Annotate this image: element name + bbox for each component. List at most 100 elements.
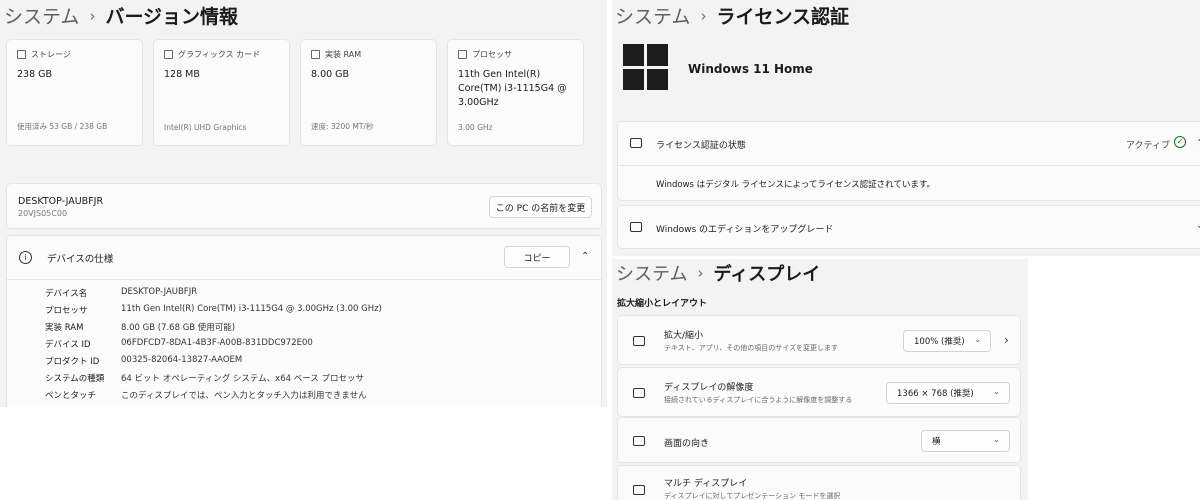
resolution-value: 1366 × 768 (推奨) <box>897 389 974 399</box>
storage-icon <box>17 50 26 59</box>
spec-key: デバイス名 <box>45 289 88 299</box>
chevron-up-icon[interactable]: ⌃ <box>581 251 589 262</box>
chevron-down-icon[interactable]: ⌄ <box>1196 220 1200 231</box>
storage-label: ストレージ <box>31 50 71 59</box>
multi-display-sub: ディスプレイに対してプレゼンテーション モードを選択 <box>664 492 841 500</box>
processor-card: プロセッサ 11th Gen Intel(R) Core(TM) i3-1115… <box>447 39 584 146</box>
ram-value: 8.00 GB <box>311 69 350 80</box>
graphics-sub: Intel(R) UHD Graphics <box>164 123 247 132</box>
about-panel: システム › バージョン情報 ストレージ 238 GB 使用済み 53 GB /… <box>0 0 607 407</box>
scale-dropdown[interactable]: 100% (推奨) ⌄ <box>903 330 991 352</box>
display-panel: システム › ディスプレイ 拡大縮小とレイアウト 拡大/縮小 テキスト、アプリ、… <box>612 259 1028 500</box>
spec-row: プロセッサ 11th Gen Intel(R) Core(TM) i3-1115G… <box>45 304 382 316</box>
resolution-row: ディスプレイの解像度 接続されているディスプレイに合うように解像度を調整する 1… <box>617 367 1021 417</box>
resolution-title: ディスプレイの解像度 <box>664 383 754 393</box>
processor-label: プロセッサ <box>472 50 512 59</box>
device-spec-title: デバイスの仕様 <box>47 254 114 265</box>
activation-state-label: ライセンス認証の状態 <box>656 141 746 151</box>
activation-message: Windows はデジタル ライセンスによってライセンス認証されています。 <box>656 180 936 190</box>
orientation-title: 画面の向き <box>664 439 710 449</box>
ram-icon <box>311 50 320 59</box>
multi-display-title: マルチ ディスプレイ <box>664 479 748 489</box>
activation-panel: システム › ライセンス認証 Windows 11 Home ライセンス認証の状… <box>612 0 1200 256</box>
chevron-down-icon: ⌄ <box>993 387 1000 396</box>
spec-row: システムの種類 64 ビット オペレーティング システム、x64 ベース プロセッ… <box>45 372 364 384</box>
spec-key: プロダクト ID <box>45 357 100 367</box>
spec-value: このディスプレイでは、ペン入力とタッチ入力は利用できません <box>121 391 367 401</box>
spec-value: 06FDFCD7-8DA1-4B3F-A00B-831DDC972E00 <box>121 338 313 348</box>
activation-state-card: ライセンス認証の状態 アクティブ ✓ ⌃ Windows はデジタル ライセンス… <box>617 121 1200 201</box>
orientation-icon <box>633 436 645 446</box>
spec-key: システムの種類 <box>45 374 105 384</box>
resolution-dropdown[interactable]: 1366 × 768 (推奨) ⌄ <box>886 382 1010 404</box>
multi-display-row[interactable]: マルチ ディスプレイ ディスプレイに対してプレゼンテーション モードを選択 <box>617 465 1021 500</box>
resolution-sub: 接続されているディスプレイに合うように解像度を調整する <box>664 396 853 404</box>
spec-row: ペンとタッチ このディスプレイでは、ペン入力とタッチ入力は利用できません <box>45 389 367 401</box>
breadcrumb-separator: › <box>89 6 96 25</box>
activation-icon <box>630 138 642 148</box>
graphics-label: グラフィックス カード <box>178 50 261 59</box>
breadcrumb-separator: › <box>700 6 707 25</box>
upgrade-edition-row[interactable]: Windows のエディションをアップグレード ⌄ <box>617 205 1200 249</box>
spec-value: DESKTOP-JAUBFJR <box>121 287 198 297</box>
copy-button[interactable]: コピー <box>504 246 570 268</box>
page-title: ライセンス認証 <box>716 6 850 28</box>
spec-key: ペンとタッチ <box>45 391 97 401</box>
spec-value: 11th Gen Intel(R) Core(TM) i3-1115G4 @ 3… <box>121 304 382 314</box>
check-icon: ✓ <box>1174 136 1186 148</box>
breadcrumb: システム › ディスプレイ <box>616 260 820 286</box>
scale-title: 拡大/縮小 <box>664 331 704 341</box>
rename-pc-button[interactable]: この PC の名前を変更 <box>489 196 592 218</box>
spec-key: プロセッサ <box>45 306 88 316</box>
processor-value: 11th Gen Intel(R) Core(TM) i3-1115G4 @ 3… <box>458 69 567 108</box>
spec-value: 64 ビット オペレーティング システム、x64 ベース プロセッサ <box>121 374 364 384</box>
device-name-card: DESKTOP-JAUBFJR 20VJS05C00 この PC の名前を変更 <box>6 183 602 229</box>
scale-icon <box>633 336 645 346</box>
storage-card: ストレージ 238 GB 使用済み 53 GB / 238 GB <box>6 39 143 146</box>
spec-row: デバイス名 DESKTOP-JAUBFJR <box>45 287 197 299</box>
section-title: 拡大縮小とレイアウト <box>617 299 708 309</box>
spec-row: デバイス ID 06FDFCD7-8DA1-4B3F-A00B-831DDC972… <box>45 338 313 350</box>
spec-value: 8.00 GB (7.68 GB 使用可能) <box>121 323 236 333</box>
resolution-icon <box>633 388 645 398</box>
graphics-icon <box>164 50 173 59</box>
upgrade-icon <box>630 222 642 232</box>
activation-state-value: アクティブ <box>1126 141 1171 151</box>
breadcrumb-root[interactable]: システム <box>616 260 687 286</box>
activation-state-header[interactable]: ライセンス認証の状態 アクティブ ✓ ⌃ <box>618 122 1200 166</box>
breadcrumb-root[interactable]: システム <box>4 2 79 29</box>
multi-display-icon <box>633 485 645 495</box>
chevron-down-icon: ⌄ <box>993 435 1000 444</box>
ram-label: 実装 RAM <box>325 50 362 59</box>
chevron-down-icon: ⌄ <box>974 335 981 344</box>
storage-value: 238 GB <box>17 69 53 80</box>
device-name: DESKTOP-JAUBFJR <box>18 196 104 207</box>
processor-icon <box>458 50 467 59</box>
info-icon: i <box>19 251 32 264</box>
orientation-row: 画面の向き 横 ⌄ <box>617 417 1021 463</box>
orientation-value: 横 <box>932 437 941 447</box>
ram-card: 実装 RAM 8.00 GB 速度: 3200 MT/秒 <box>300 39 437 146</box>
device-spec-header[interactable]: i デバイスの仕様 コピー ⌃ <box>7 236 601 280</box>
spec-key: 実装 RAM <box>45 323 84 333</box>
scale-row[interactable]: 拡大/縮小 テキスト、アプリ、その他の項目のサイズを変更します 100% (推奨… <box>617 315 1021 365</box>
scale-sub: テキスト、アプリ、その他の項目のサイズを変更します <box>664 344 839 352</box>
spec-value: 00325-82064-13827-AAOEM <box>121 355 243 365</box>
page-title: ディスプレイ <box>713 264 821 285</box>
orientation-dropdown[interactable]: 横 ⌄ <box>921 430 1010 452</box>
spec-key: デバイス ID <box>45 340 91 350</box>
scale-value: 100% (推奨) <box>914 337 965 347</box>
breadcrumb-root[interactable]: システム <box>615 2 690 29</box>
breadcrumb-separator: › <box>697 264 704 282</box>
processor-sub: 3.00 GHz <box>458 123 493 132</box>
graphics-card: グラフィックス カード 128 MB Intel(R) UHD Graphics <box>153 39 290 146</box>
breadcrumb: システム › ライセンス認証 <box>615 2 849 29</box>
chevron-right-icon[interactable]: › <box>1004 333 1009 347</box>
device-model: 20VJS05C00 <box>18 209 68 218</box>
chevron-up-icon[interactable]: ⌃ <box>1196 138 1200 149</box>
upgrade-label: Windows のエディションをアップグレード <box>656 225 834 235</box>
page-title: バージョン情報 <box>105 6 239 28</box>
spec-row: プロダクト ID 00325-82064-13827-AAOEM <box>45 355 242 367</box>
windows-edition: Windows 11 Home <box>688 62 813 76</box>
breadcrumb: システム › バージョン情報 <box>4 2 238 29</box>
